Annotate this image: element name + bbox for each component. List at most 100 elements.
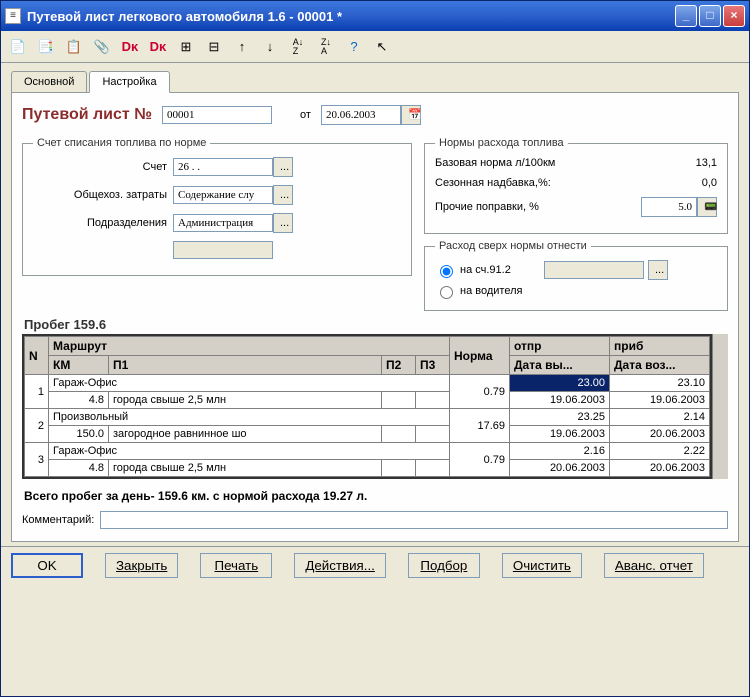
cell-p1[interactable]: загородное равнинное шо [109, 426, 382, 443]
col-dep[interactable]: отпр [510, 337, 610, 356]
cell-p3[interactable] [416, 426, 450, 443]
over-radio-driver[interactable] [440, 286, 453, 299]
actions-button[interactable]: Действия... [294, 553, 386, 578]
summary-text: Всего пробег за день- 159.6 км. с нормой… [24, 489, 726, 503]
cell-arr2[interactable]: 19.06.2003 [610, 392, 710, 409]
doc-header-label: Путевой лист № [22, 106, 152, 124]
cell-route[interactable]: Гараж-Офис [49, 443, 450, 460]
dept-lookup-button[interactable]: ... [273, 213, 293, 233]
maximize-button[interactable]: □ [699, 5, 721, 27]
cell-dep[interactable]: 23.00 [510, 375, 610, 392]
tb-sort-az-icon[interactable]: A↓Z [287, 36, 309, 58]
tb-grid2-icon[interactable]: ⊟ [203, 36, 225, 58]
doc-date-input[interactable] [321, 105, 401, 125]
tb-down-icon[interactable]: ↓ [259, 36, 281, 58]
tb-add-icon[interactable]: 📑 [35, 36, 57, 58]
other-calc-button[interactable]: 📟 [697, 197, 717, 217]
tb-new-icon[interactable]: 📄 [7, 36, 29, 58]
cell-dep[interactable]: 23.25 [510, 409, 610, 426]
cell-arr[interactable]: 2.14 [610, 409, 710, 426]
comment-input[interactable] [100, 511, 728, 529]
over-account-input[interactable] [544, 261, 644, 279]
titlebar: ≡ Путевой лист легкового автомобиля 1.6 … [1, 1, 749, 31]
cell-p2[interactable] [382, 426, 416, 443]
routes-grid[interactable]: N Маршрут Норма отпр приб КМ П1 П2 П3 Да… [22, 334, 712, 479]
base-norm-label: Базовая норма л/100км [435, 157, 555, 169]
tab-main[interactable]: Основной [11, 71, 87, 93]
col-dep2[interactable]: Дата вы... [510, 356, 610, 375]
col-arr2[interactable]: Дата воз... [610, 356, 710, 375]
clear-button[interactable]: Очистить [502, 553, 582, 578]
over-lookup-button[interactable]: ... [648, 260, 668, 280]
col-km[interactable]: КМ [49, 356, 109, 375]
account-input[interactable] [173, 158, 273, 176]
tb-help-icon[interactable]: ? [343, 36, 365, 58]
cell-norm[interactable]: 0.79 [450, 443, 510, 477]
cell-arr[interactable]: 23.10 [610, 375, 710, 392]
cell-route[interactable]: Произвольный [49, 409, 450, 426]
close-button[interactable]: × [723, 5, 745, 27]
cell-norm[interactable]: 17.69 [450, 409, 510, 443]
print-button[interactable]: Печать [200, 553, 272, 578]
tb-delete-icon[interactable]: 📋 [63, 36, 85, 58]
grid-scrollbar[interactable] [712, 334, 728, 479]
cell-km[interactable]: 4.8 [49, 392, 109, 409]
col-p1[interactable]: П1 [109, 356, 382, 375]
cell-route[interactable]: Гараж-Офис [49, 375, 450, 392]
cell-norm[interactable]: 0.79 [450, 375, 510, 409]
cell-dep2[interactable]: 19.06.2003 [510, 426, 610, 443]
cell-p3[interactable] [416, 392, 450, 409]
cell-n[interactable]: 2 [25, 409, 49, 443]
overhead-input[interactable] [173, 186, 273, 204]
norms-legend: Нормы расхода топлива [435, 137, 568, 149]
cell-arr2[interactable]: 20.06.2003 [610, 460, 710, 477]
tb-dk-icon[interactable]: Dᴋ [119, 36, 141, 58]
mileage-label: Пробег 159.6 [24, 317, 726, 332]
pick-button[interactable]: Подбор [408, 553, 480, 578]
cell-arr[interactable]: 2.22 [610, 443, 710, 460]
toolbar: 📄 📑 📋 📎 Dᴋ Dᴋ ⊞ ⊟ ↑ ↓ A↓Z Z↓A ? ↖ [1, 31, 749, 63]
ok-button[interactable]: OK [11, 553, 83, 578]
tb-copy-icon[interactable]: 📎 [91, 36, 113, 58]
advance-button[interactable]: Аванс. отчет [604, 553, 704, 578]
col-route[interactable]: Маршрут [49, 337, 450, 356]
over-driver-label: на водителя [460, 285, 522, 297]
cell-n[interactable]: 3 [25, 443, 49, 477]
cell-dep[interactable]: 2.16 [510, 443, 610, 460]
tb-sort-za-icon[interactable]: Z↓A [315, 36, 337, 58]
cell-dep2[interactable]: 19.06.2003 [510, 392, 610, 409]
cell-km[interactable]: 4.8 [49, 460, 109, 477]
cell-n[interactable]: 1 [25, 375, 49, 409]
cell-arr2[interactable]: 20.06.2003 [610, 426, 710, 443]
minimize-button[interactable]: _ [675, 5, 697, 27]
window-title: Путевой лист легкового автомобиля 1.6 - … [27, 9, 675, 24]
col-norm[interactable]: Норма [450, 337, 510, 375]
doc-number-input[interactable] [162, 106, 272, 124]
from-label: от [300, 109, 311, 121]
col-n[interactable]: N [25, 337, 49, 375]
other-input[interactable] [641, 197, 697, 217]
overhead-lookup-button[interactable]: ... [273, 185, 293, 205]
col-p3[interactable]: П3 [416, 356, 450, 375]
calendar-icon[interactable]: 📅 [401, 105, 421, 125]
cell-km[interactable]: 150.0 [49, 426, 109, 443]
tb-dk2-icon[interactable]: Dᴋ [147, 36, 169, 58]
cell-p2[interactable] [382, 392, 416, 409]
col-arr[interactable]: приб [610, 337, 710, 356]
cell-p1[interactable]: города свыше 2,5 млн [109, 392, 382, 409]
over-radio-account[interactable] [440, 265, 453, 278]
tb-up-icon[interactable]: ↑ [231, 36, 253, 58]
norms-group: Нормы расхода топлива Базовая норма л/10… [424, 137, 728, 234]
dept-input[interactable] [173, 214, 273, 232]
tab-settings[interactable]: Настройка [89, 71, 169, 93]
close-dialog-button[interactable]: Закрыть [105, 553, 178, 578]
col-p2[interactable]: П2 [382, 356, 416, 375]
cell-p3[interactable] [416, 460, 450, 477]
cell-p1[interactable]: города свыше 2,5 млн [109, 460, 382, 477]
tb-grid1-icon[interactable]: ⊞ [175, 36, 197, 58]
cell-dep2[interactable]: 20.06.2003 [510, 460, 610, 477]
account-lookup-button[interactable]: ... [273, 157, 293, 177]
cell-p2[interactable] [382, 460, 416, 477]
tb-pointer-icon[interactable]: ↖ [371, 36, 393, 58]
extra-input[interactable] [173, 241, 273, 259]
